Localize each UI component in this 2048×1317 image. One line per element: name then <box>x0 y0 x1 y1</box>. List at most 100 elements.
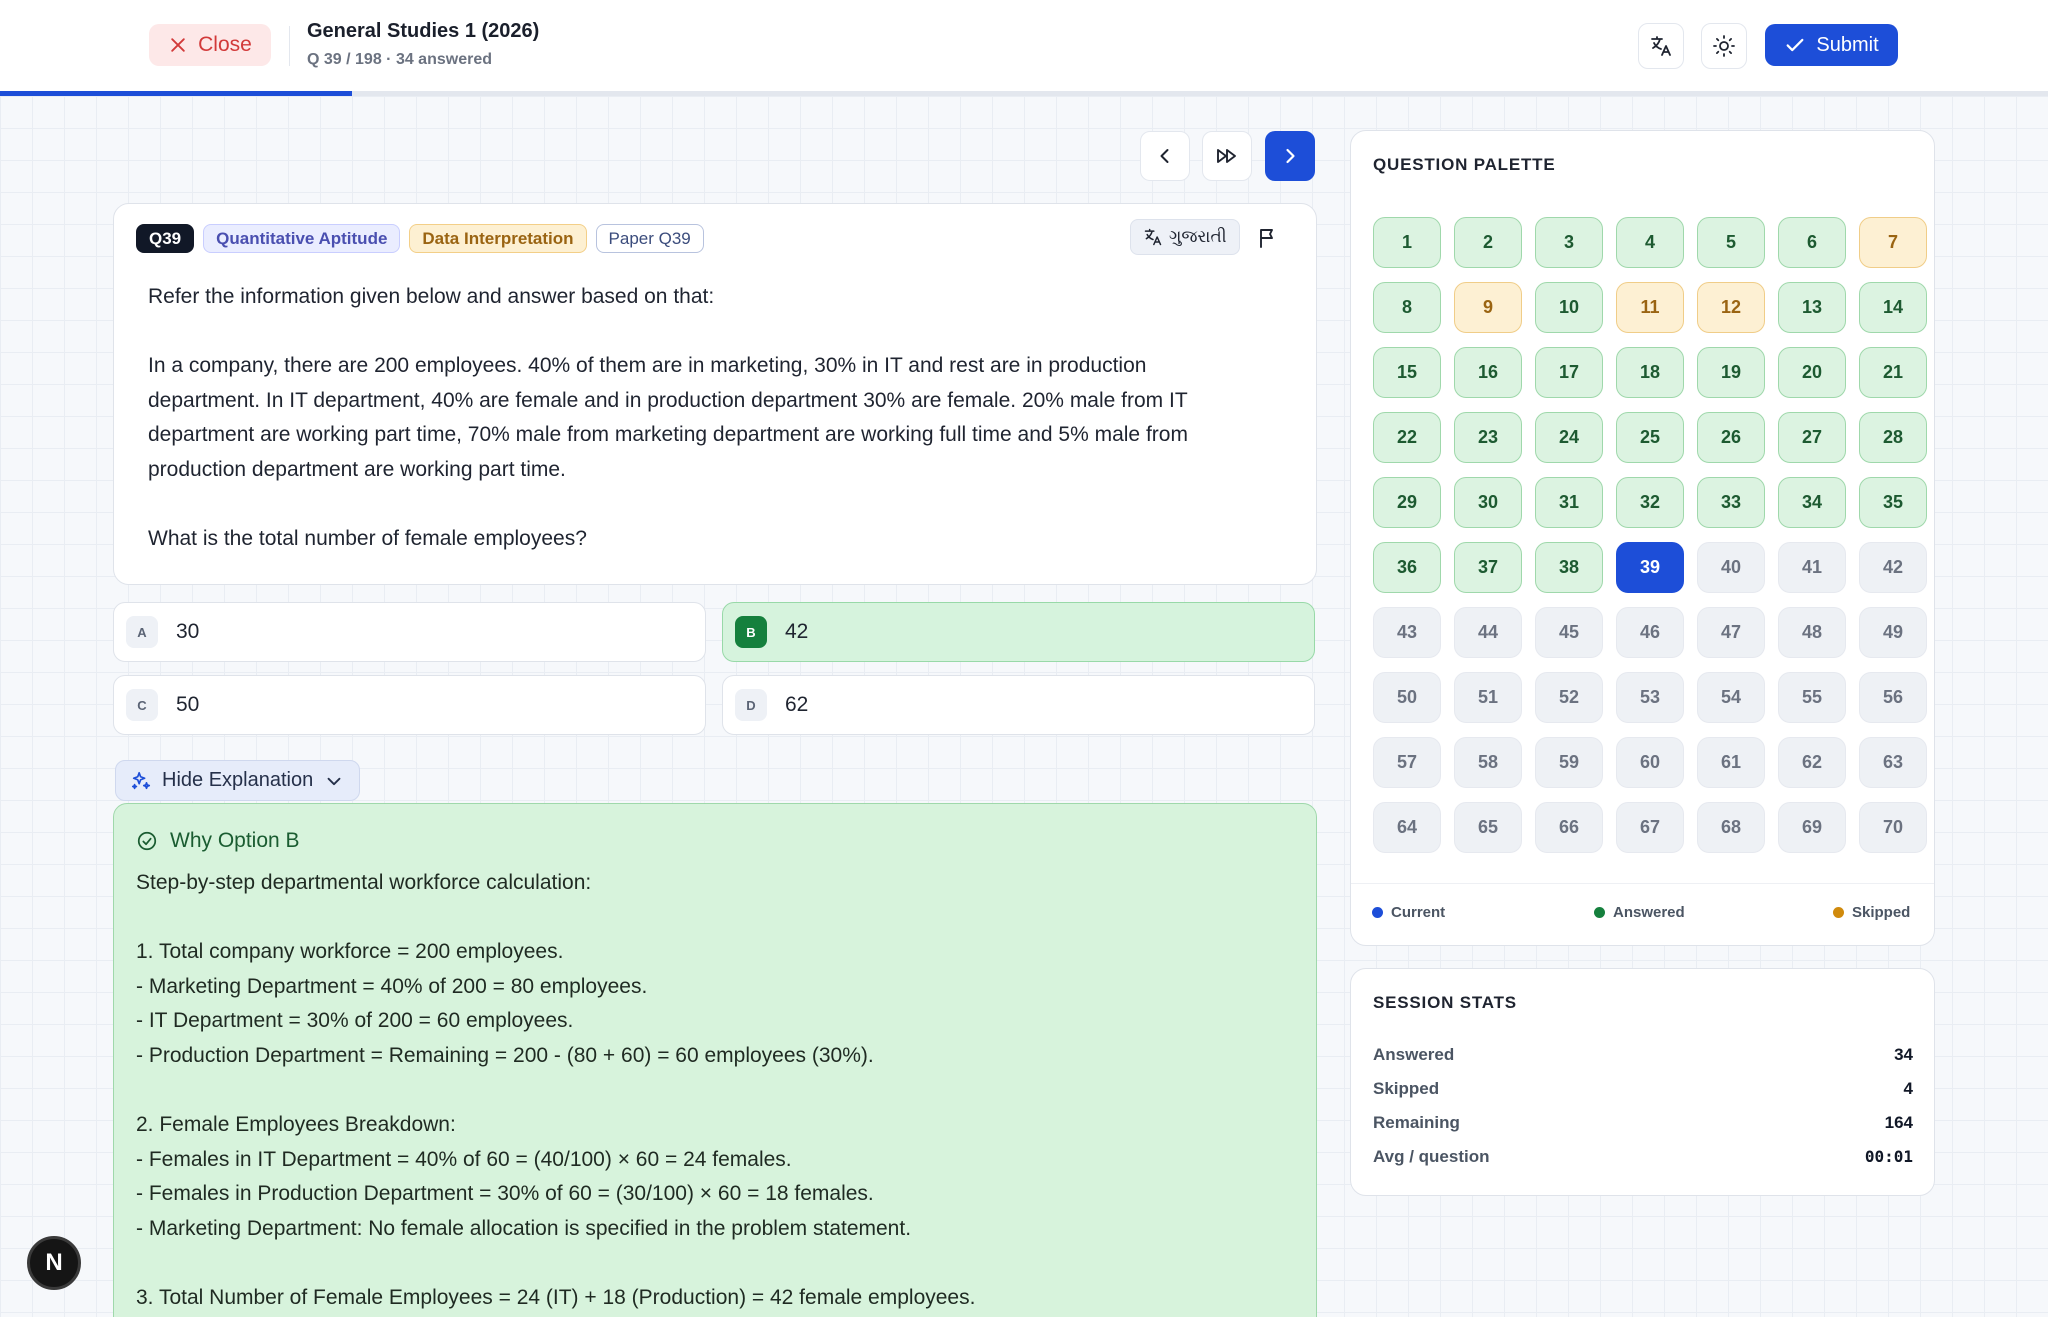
palette-question-59[interactable]: 59 <box>1535 737 1603 788</box>
stat-value: 4 <box>1903 1079 1913 1098</box>
palette-question-41[interactable]: 41 <box>1778 542 1846 593</box>
palette-question-67[interactable]: 67 <box>1616 802 1684 853</box>
translate-button[interactable] <box>1638 23 1684 69</box>
stat-row-remaining: Remaining 164 <box>1373 1113 1913 1133</box>
palette-question-5[interactable]: 5 <box>1697 217 1765 268</box>
palette-question-9[interactable]: 9 <box>1454 282 1522 333</box>
palette-question-68[interactable]: 68 <box>1697 802 1765 853</box>
close-button[interactable]: Close <box>149 24 271 66</box>
check-circle-icon <box>137 831 157 851</box>
palette-question-49[interactable]: 49 <box>1859 607 1927 658</box>
palette-question-48[interactable]: 48 <box>1778 607 1846 658</box>
palette-question-38[interactable]: 38 <box>1535 542 1603 593</box>
sparkles-icon <box>131 771 151 789</box>
question-prompt: What is the total number of female emplo… <box>148 526 587 550</box>
palette-question-56[interactable]: 56 <box>1859 672 1927 723</box>
palette-question-30[interactable]: 30 <box>1454 477 1522 528</box>
palette-question-70[interactable]: 70 <box>1859 802 1927 853</box>
palette-question-42[interactable]: 42 <box>1859 542 1927 593</box>
palette-question-1[interactable]: 1 <box>1373 217 1441 268</box>
theme-toggle-button[interactable] <box>1701 23 1747 69</box>
language-toggle[interactable]: ગુજરાતી <box>1130 219 1240 255</box>
palette-question-25[interactable]: 25 <box>1616 412 1684 463</box>
palette-question-24[interactable]: 24 <box>1535 412 1603 463</box>
palette-question-55[interactable]: 55 <box>1778 672 1846 723</box>
palette-question-44[interactable]: 44 <box>1454 607 1522 658</box>
palette-question-65[interactable]: 65 <box>1454 802 1522 853</box>
palette-question-36[interactable]: 36 <box>1373 542 1441 593</box>
palette-question-12[interactable]: 12 <box>1697 282 1765 333</box>
palette-question-29[interactable]: 29 <box>1373 477 1441 528</box>
question-progress-text: Q 39 / 198 · 34 answered <box>307 51 492 68</box>
palette-question-31[interactable]: 31 <box>1535 477 1603 528</box>
palette-question-21[interactable]: 21 <box>1859 347 1927 398</box>
question-tags: Q39 Quantitative Aptitude Data Interpret… <box>136 224 704 253</box>
palette-question-47[interactable]: 47 <box>1697 607 1765 658</box>
palette-question-33[interactable]: 33 <box>1697 477 1765 528</box>
palette-question-10[interactable]: 10 <box>1535 282 1603 333</box>
palette-question-61[interactable]: 61 <box>1697 737 1765 788</box>
palette-question-22[interactable]: 22 <box>1373 412 1441 463</box>
palette-question-69[interactable]: 69 <box>1778 802 1846 853</box>
palette-question-8[interactable]: 8 <box>1373 282 1441 333</box>
palette-question-64[interactable]: 64 <box>1373 802 1441 853</box>
palette-question-18[interactable]: 18 <box>1616 347 1684 398</box>
avatar[interactable]: N <box>27 1236 81 1290</box>
explanation-panel: Why Option B Step-by-step departmental w… <box>113 803 1317 1317</box>
palette-question-54[interactable]: 54 <box>1697 672 1765 723</box>
palette-question-17[interactable]: 17 <box>1535 347 1603 398</box>
fast-forward-icon <box>1217 149 1236 163</box>
palette-question-57[interactable]: 57 <box>1373 737 1441 788</box>
previous-question-button[interactable] <box>1140 131 1190 181</box>
palette-question-53[interactable]: 53 <box>1616 672 1684 723</box>
palette-question-51[interactable]: 51 <box>1454 672 1522 723</box>
option-c[interactable]: C 50 <box>113 675 706 735</box>
palette-question-6[interactable]: 6 <box>1778 217 1846 268</box>
palette-question-45[interactable]: 45 <box>1535 607 1603 658</box>
palette-question-63[interactable]: 63 <box>1859 737 1927 788</box>
flag-question-button[interactable] <box>1254 224 1282 252</box>
palette-question-39[interactable]: 39 <box>1616 542 1684 593</box>
palette-question-34[interactable]: 34 <box>1778 477 1846 528</box>
palette-question-37[interactable]: 37 <box>1454 542 1522 593</box>
palette-question-58[interactable]: 58 <box>1454 737 1522 788</box>
hide-explanation-button[interactable]: Hide Explanation <box>115 760 361 801</box>
palette-question-35[interactable]: 35 <box>1859 477 1927 528</box>
translate-icon <box>1651 36 1671 56</box>
palette-question-19[interactable]: 19 <box>1697 347 1765 398</box>
palette-question-16[interactable]: 16 <box>1454 347 1522 398</box>
palette-question-7[interactable]: 7 <box>1859 217 1927 268</box>
palette-question-14[interactable]: 14 <box>1859 282 1927 333</box>
option-a[interactable]: A 30 <box>113 602 706 662</box>
palette-question-11[interactable]: 11 <box>1616 282 1684 333</box>
option-d[interactable]: D 62 <box>722 675 1315 735</box>
palette-question-28[interactable]: 28 <box>1859 412 1927 463</box>
palette-question-60[interactable]: 60 <box>1616 737 1684 788</box>
next-question-button[interactable] <box>1265 131 1315 181</box>
palette-question-13[interactable]: 13 <box>1778 282 1846 333</box>
explanation-line: 2. Female Employees Breakdown: <box>136 1113 456 1137</box>
palette-question-43[interactable]: 43 <box>1373 607 1441 658</box>
palette-question-46[interactable]: 46 <box>1616 607 1684 658</box>
palette-title: QUESTION PALETTE <box>1373 155 1556 174</box>
palette-question-50[interactable]: 50 <box>1373 672 1441 723</box>
palette-question-23[interactable]: 23 <box>1454 412 1522 463</box>
submit-button[interactable]: Submit <box>1765 24 1898 66</box>
hide-explanation-label: Hide Explanation <box>162 769 314 791</box>
palette-question-27[interactable]: 27 <box>1778 412 1846 463</box>
palette-question-20[interactable]: 20 <box>1778 347 1846 398</box>
option-b[interactable]: B 42 <box>722 602 1315 662</box>
palette-question-4[interactable]: 4 <box>1616 217 1684 268</box>
stat-row-answered: Answered 34 <box>1373 1045 1913 1065</box>
palette-question-32[interactable]: 32 <box>1616 477 1684 528</box>
palette-question-15[interactable]: 15 <box>1373 347 1441 398</box>
palette-question-62[interactable]: 62 <box>1778 737 1846 788</box>
palette-question-3[interactable]: 3 <box>1535 217 1603 268</box>
palette-question-2[interactable]: 2 <box>1454 217 1522 268</box>
palette-question-66[interactable]: 66 <box>1535 802 1603 853</box>
palette-question-40[interactable]: 40 <box>1697 542 1765 593</box>
question-number-tag: Q39 <box>136 224 195 253</box>
palette-question-26[interactable]: 26 <box>1697 412 1765 463</box>
skip-question-button[interactable] <box>1202 131 1252 181</box>
palette-question-52[interactable]: 52 <box>1535 672 1603 723</box>
